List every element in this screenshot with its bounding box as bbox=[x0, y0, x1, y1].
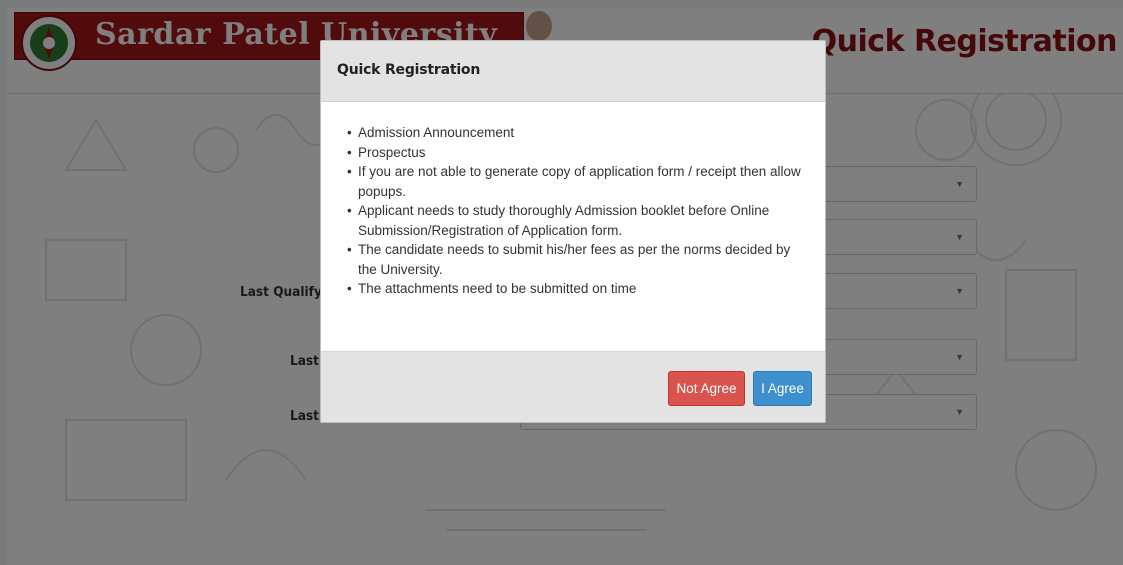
not-agree-button[interactable]: Not Agree bbox=[668, 371, 745, 406]
bullet-icon: • bbox=[347, 242, 352, 257]
bullet-icon: • bbox=[347, 203, 352, 218]
registration-dialog: Quick Registration • Admission Announceme… bbox=[320, 40, 826, 423]
list-item: • If you are not able to generate copy of… bbox=[347, 164, 801, 199]
list-item: • The candidate needs to submit his/her f… bbox=[347, 242, 791, 277]
list-item: • Applicant needs to study thoroughly Adm… bbox=[347, 203, 770, 238]
list-item: • The attachments need to be submitted on… bbox=[347, 279, 805, 299]
list-item: • Admission Announcement bbox=[347, 123, 805, 143]
bullet-icon: • bbox=[347, 144, 352, 160]
bullet-icon: • bbox=[347, 281, 352, 296]
agree-button[interactable]: I Agree bbox=[753, 371, 812, 406]
dialog-header: Quick Registration bbox=[321, 41, 825, 102]
dialog-body: • Admission Announcement • Prospectus • If … bbox=[321, 103, 825, 351]
dialog-title: Quick Registration bbox=[337, 62, 481, 78]
notice-list: • Admission Announcement • Prospectus • If … bbox=[347, 123, 805, 299]
dialog-footer: Not Agree I Agree bbox=[321, 351, 825, 422]
bullet-icon: • bbox=[347, 164, 352, 179]
list-item: • Prospectus bbox=[347, 143, 805, 163]
bullet-icon: • bbox=[347, 125, 352, 140]
